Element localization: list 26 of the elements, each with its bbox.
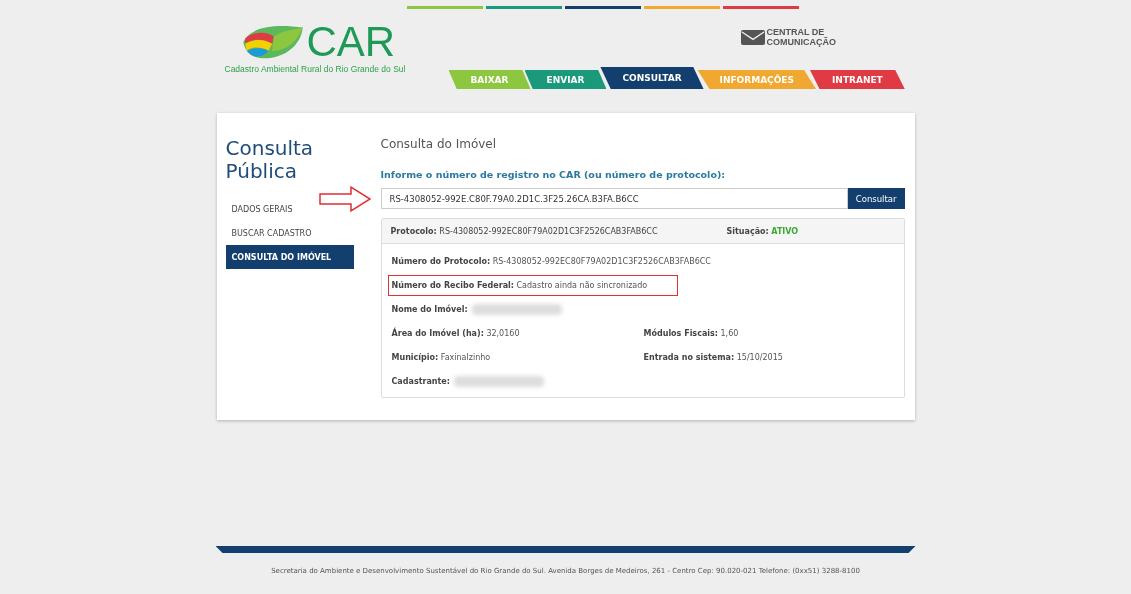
field-text: Área do Imóvel (ha): 32,0160 — [390, 326, 521, 340]
sidebar-title: Consulta Pública — [225, 137, 315, 183]
communication-link[interactable]: CENTRAL DE COMUNICAÇÃO — [766, 27, 836, 47]
nav-tab[interactable]: INTRANET — [810, 70, 905, 89]
nav-tab[interactable]: ENVIAR — [524, 70, 607, 89]
sidebar-item[interactable]: BUSCAR CADASTRO — [225, 221, 318, 245]
right-arrow-icon — [318, 185, 371, 213]
logo-text: CAR — [306, 22, 396, 62]
status-text: Situação: ATIVO — [726, 226, 799, 236]
field-text: Nome do Imóvel: — [390, 303, 469, 316]
page-heading: Consulta do Imóvel — [380, 137, 498, 151]
leaf-emblem-icon — [240, 24, 305, 60]
field-text: Número do Protocolo: RS-4308052-992EC80F79A02D1C3F2526CAB3FAB6CC — [390, 255, 712, 268]
envelope-icon[interactable] — [740, 29, 765, 45]
search-button[interactable]: Consultar — [847, 188, 905, 209]
search-field[interactable]: RS-4308052-992E.C80F.79A0.2D1C.3F25.26CA.B3FA.B6CC — [380, 188, 848, 209]
sidebar-item[interactable]: DADOS GERAIS — [225, 197, 299, 221]
sidebar-item[interactable]: CONSULTA DO IMÓVEL — [225, 245, 354, 269]
field-text: Entrada no sistema: 15/10/2015 — [642, 351, 784, 364]
protocol-text: Protocolo: RS-4308052-992EC80F79A02D1C3F2526CAB3FAB6CC — [390, 226, 659, 236]
field-text: Município: Faxinalzinho — [390, 351, 492, 364]
field-text: Módulos Fiscais: 1,60 — [642, 327, 740, 340]
prompt-label: Informe o número de registro no CAR (ou número de protocolo): — [380, 169, 727, 180]
nav-tab[interactable]: CONSULTAR — [600, 67, 704, 89]
field-text: Número do Recibo Federal: Cadastro ainda não sincronizado — [387, 274, 679, 296]
field-text: Cadastrante: — [390, 375, 451, 388]
